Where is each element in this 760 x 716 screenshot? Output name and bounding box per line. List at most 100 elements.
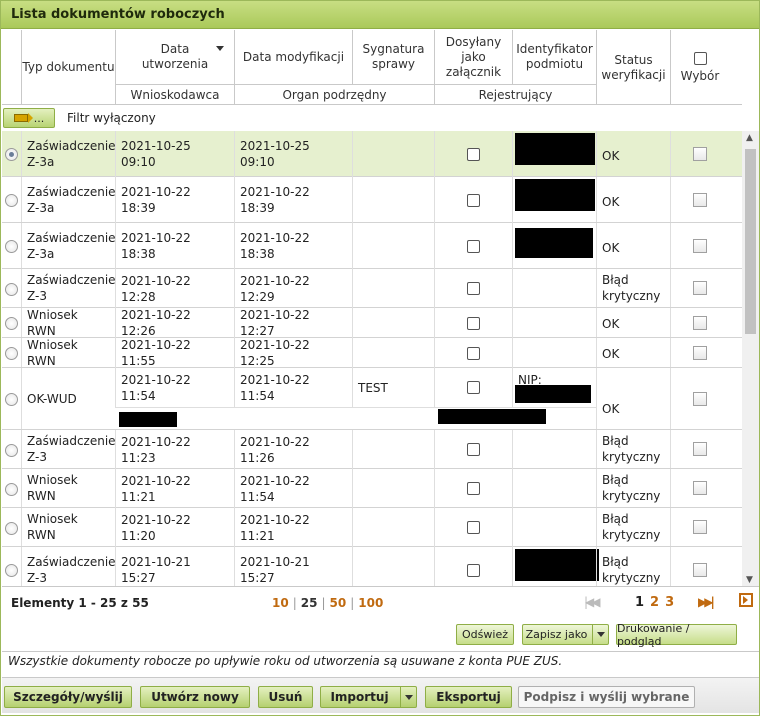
- attachment-checkbox[interactable]: [467, 282, 480, 295]
- import-dropdown[interactable]: [400, 687, 416, 707]
- cell-data-utworzenia: 2021-10-22 11:20: [115, 508, 234, 547]
- header-wnioskodawca[interactable]: Wnioskodawca: [115, 85, 234, 105]
- attachment-checkbox[interactable]: [467, 346, 480, 360]
- export-button[interactable]: Eksportuj: [425, 686, 512, 708]
- attachment-checkbox[interactable]: [467, 316, 480, 330]
- scroll-thumb[interactable]: [745, 149, 756, 334]
- table-row[interactable]: Zaświadczenie Z-3a 2021-10-22 18:39 2021-1…: [2, 177, 742, 224]
- cell-data-utworzenia: 2021-10-22 11:21: [115, 469, 234, 508]
- table-row[interactable]: Zaświadczenie Z-3a 2021-10-25 09:10 2021-1…: [2, 131, 742, 178]
- cell-data-utworzenia: 2021-10-25 09:10: [115, 131, 234, 177]
- cell-sygnatura: TEST: [352, 368, 434, 407]
- attachment-checkbox[interactable]: [467, 147, 480, 161]
- create-new-button[interactable]: Utwórz nowy: [140, 686, 250, 708]
- cell-dosylany: [434, 269, 512, 308]
- row-radio[interactable]: [5, 347, 18, 360]
- header-rejestrujacy[interactable]: Rejestrujący: [434, 85, 596, 105]
- sign-send-button[interactable]: Podpisz i wyślij wybrane: [518, 686, 695, 708]
- cell-wybor: [670, 177, 729, 222]
- attachment-checkbox[interactable]: [467, 563, 480, 577]
- row-select-checkbox[interactable]: [693, 442, 707, 456]
- table-row[interactable]: Zaświadczenie Z-3 2021-10-21 15:27 2021-10…: [2, 547, 742, 586]
- table-row[interactable]: Wniosek RWN 2021-10-22 11:20 2021-10-22 11…: [2, 508, 742, 548]
- table-row[interactable]: Zaświadczenie Z-3 2021-10-22 12:28 2021-10…: [2, 269, 742, 309]
- attachment-checkbox[interactable]: [467, 521, 480, 534]
- import-button[interactable]: Importuj: [320, 686, 417, 708]
- page-numbers: 123: [635, 595, 674, 610]
- table-row[interactable]: Zaświadczenie Z-3a 2021-10-22 18:38 2021-1…: [2, 223, 742, 270]
- next-pages-icon[interactable]: ▶▶|: [698, 595, 715, 609]
- row-select-checkbox[interactable]: [693, 238, 707, 253]
- row-select-checkbox[interactable]: [693, 520, 707, 534]
- row-radio[interactable]: [5, 564, 18, 577]
- filter-button[interactable]: ...: [3, 108, 55, 128]
- cell-typ: Zaświadczenie Z-3a: [21, 177, 116, 222]
- table-row[interactable]: Wniosek RWN 2021-10-22 12:26 2021-10-22 12…: [2, 308, 742, 339]
- row-radio[interactable]: [5, 482, 18, 496]
- cell-sygnatura: [352, 131, 434, 177]
- cell-data-modyfikacji: 2021-10-22 12:29: [234, 269, 352, 308]
- cell-status: OK: [596, 131, 670, 176]
- row-radio[interactable]: [5, 282, 18, 296]
- details-send-button[interactable]: Szczegóły/wyślij: [4, 686, 132, 708]
- cell-status: OK: [596, 308, 670, 337]
- row-radio[interactable]: [5, 317, 18, 330]
- cell-dosylany: [434, 308, 512, 338]
- header-data-modyfikacji[interactable]: Data modyfikacji: [234, 30, 352, 84]
- page-size-10[interactable]: 10: [272, 596, 289, 610]
- attachment-checkbox[interactable]: [467, 482, 480, 495]
- row-select-checkbox[interactable]: [693, 391, 707, 406]
- print-preview-button[interactable]: Drukowanie / podgląd: [616, 622, 737, 648]
- row-select-checkbox[interactable]: [693, 281, 707, 295]
- scroll-up-icon[interactable]: ▲: [746, 133, 753, 143]
- table-row[interactable]: Wniosek RWN 2021-10-22 11:21 2021-10-22 11…: [2, 469, 742, 509]
- delete-button[interactable]: Usuń: [258, 686, 313, 708]
- page-2[interactable]: 2: [650, 595, 659, 610]
- page-size-50[interactable]: 50: [330, 596, 347, 610]
- import-label: Importuj: [330, 690, 389, 704]
- header-sygnatura[interactable]: Sygnatura sprawy: [352, 30, 434, 84]
- info-text: Wszystkie dokumenty robocze po upływie r…: [2, 651, 759, 673]
- row-radio[interactable]: [5, 240, 18, 253]
- attachment-checkbox[interactable]: [467, 193, 480, 207]
- save-as-dropdown[interactable]: [592, 625, 608, 644]
- row-select-checkbox[interactable]: [693, 562, 707, 577]
- header-organ[interactable]: Organ podrzędny: [234, 85, 434, 105]
- header-status[interactable]: Status weryfikacji: [596, 30, 670, 105]
- row-select-checkbox[interactable]: [693, 345, 707, 360]
- table-row[interactable]: Wniosek RWN 2021-10-22 11:55 2021-10-22 12…: [2, 338, 742, 369]
- cell-data-modyfikacji: 2021-10-22 11:26: [234, 430, 352, 469]
- row-radio[interactable]: [5, 194, 18, 207]
- page-size-100[interactable]: 100: [358, 596, 383, 610]
- header-identyfikator[interactable]: Identyfikator podmiotu: [512, 30, 596, 84]
- row-radio[interactable]: [5, 443, 18, 457]
- select-all-checkbox[interactable]: [693, 51, 707, 65]
- redacted-id: [515, 179, 595, 211]
- scroll-down-icon[interactable]: ▼: [746, 575, 753, 585]
- row-select-checkbox[interactable]: [693, 481, 707, 495]
- attachment-checkbox[interactable]: [467, 443, 480, 456]
- filter-arrow-icon: [13, 113, 33, 123]
- last-page-icon[interactable]: [739, 593, 753, 607]
- row-select-checkbox[interactable]: [693, 146, 707, 161]
- row-radio[interactable]: [5, 521, 18, 535]
- row-radio[interactable]: [5, 148, 18, 161]
- table-row[interactable]: Zaświadczenie Z-3 2021-10-22 11:23 2021-10…: [2, 430, 742, 470]
- header-dosylany[interactable]: Dosyłany jako załącznik: [434, 30, 512, 84]
- table-row[interactable]: OK-WUD 2021-10-22 11:54 2021-10-22 11:54 TE…: [2, 368, 742, 430]
- row-radio[interactable]: [5, 393, 18, 406]
- attachment-checkbox[interactable]: [467, 381, 480, 394]
- grid-scrollbar[interactable]: ▲ ▼: [742, 131, 759, 586]
- save-as-button[interactable]: Zapisz jako: [522, 624, 609, 645]
- cell-status: Błąd krytyczny: [596, 469, 670, 507]
- attachment-checkbox[interactable]: [467, 239, 480, 253]
- row-select-checkbox[interactable]: [693, 315, 707, 330]
- header-data-utworzenia[interactable]: Data utworzenia: [115, 30, 234, 84]
- cell-data-utworzenia: 2021-10-22 18:38: [115, 223, 234, 269]
- cell-dosylany: [434, 223, 512, 269]
- page-3[interactable]: 3: [665, 595, 674, 610]
- refresh-button[interactable]: Odśwież: [456, 624, 514, 645]
- cell-dosylany: [434, 131, 512, 177]
- header-typ[interactable]: Typ dokumentu: [21, 30, 115, 105]
- row-select-checkbox[interactable]: [693, 192, 707, 207]
